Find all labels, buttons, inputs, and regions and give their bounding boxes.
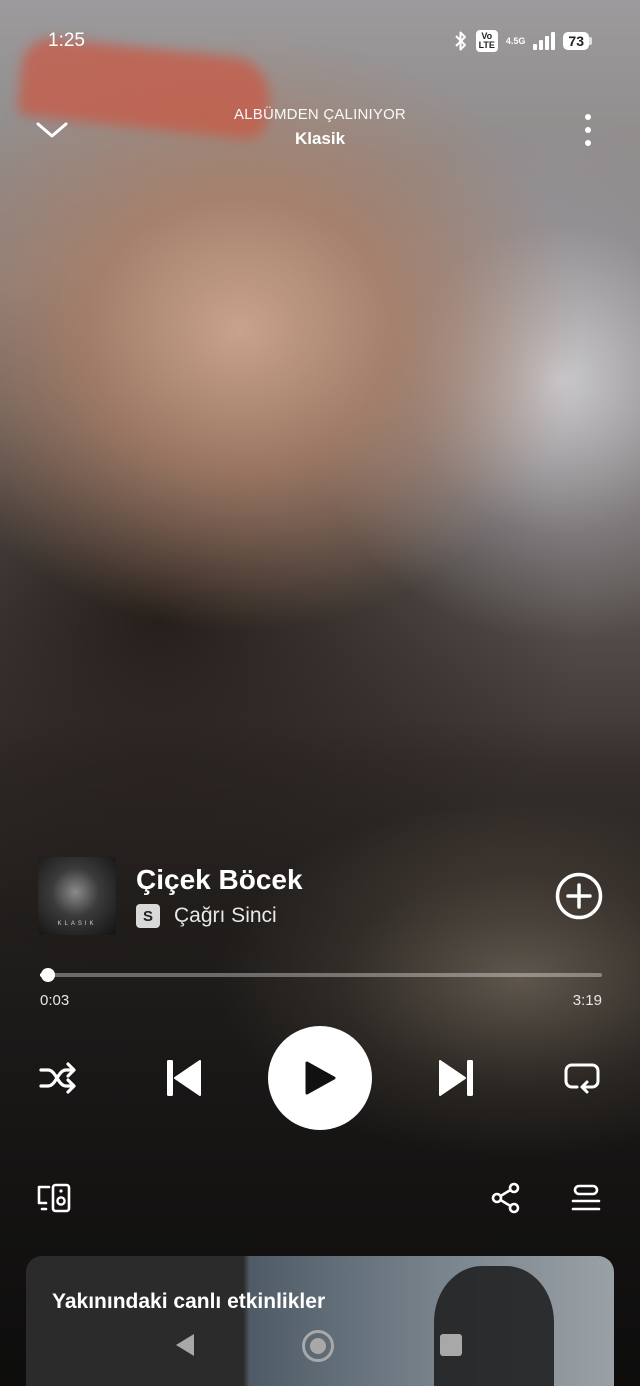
skip-next-icon (439, 1060, 473, 1096)
progress-bar[interactable] (40, 968, 602, 982)
network-type: 4.5G (505, 36, 526, 46)
back-triangle-icon (176, 1334, 194, 1356)
playing-context[interactable]: ALBÜMDEN ÇALINIYOR Klasik (0, 106, 640, 149)
home-circle-icon (302, 1330, 334, 1362)
progress-track (40, 973, 602, 977)
playback-controls (0, 1026, 640, 1130)
time-row: 0:03 3:19 (40, 992, 602, 1009)
elapsed-time: 0:03 (40, 992, 70, 1009)
status-time: 1:25 (48, 30, 85, 51)
battery-level: 73 (563, 32, 589, 50)
play-button[interactable] (268, 1026, 372, 1130)
progress-thumb[interactable] (41, 968, 56, 982)
queue-button[interactable] (566, 1178, 606, 1218)
next-button[interactable] (432, 1056, 480, 1100)
events-card-title: Yakınındaki canlı etkinlikler (52, 1290, 326, 1313)
now-playing-screen: 1:25 Vo LTE 4.5G 73 ALBÜMDEN ÇALINIYOR K… (0, 0, 640, 1386)
more-options-button[interactable] (568, 108, 608, 152)
context-label: ALBÜMDEN ÇALINIYOR (234, 106, 406, 123)
album-cover[interactable]: KLASIK (38, 857, 116, 935)
connect-device-icon (37, 1183, 71, 1213)
repeat-button[interactable] (560, 1058, 604, 1098)
smart-shuffle-badge: S (136, 904, 160, 928)
shuffle-button[interactable] (36, 1058, 80, 1098)
nav-recents-button[interactable] (434, 1328, 468, 1362)
signal-strength-icon (533, 32, 556, 50)
artist-line: S Çağrı Sinci (136, 904, 554, 928)
play-icon (305, 1061, 336, 1095)
connect-device-button[interactable] (34, 1178, 74, 1218)
bluetooth-icon (454, 31, 466, 51)
track-info: Çiçek Böcek S Çağrı Sinci (136, 864, 554, 928)
total-duration: 3:19 (572, 992, 602, 1009)
context-name: Klasik (294, 129, 346, 148)
artist-name[interactable]: Çağrı Sinci (174, 904, 277, 928)
system-navigation-bar (0, 1320, 640, 1370)
shuffle-icon (39, 1062, 76, 1094)
cover-text: KLASIK (57, 921, 97, 927)
track-info-row: KLASIK Çiçek Böcek S Çağrı Sinci (38, 856, 604, 936)
track-title[interactable]: Çiçek Böcek (136, 864, 554, 896)
skip-previous-icon (167, 1060, 201, 1096)
add-circle-icon (555, 872, 603, 920)
share-icon (491, 1182, 520, 1214)
previous-button[interactable] (160, 1056, 208, 1100)
status-bar: 1:25 Vo LTE 4.5G 73 (48, 28, 592, 54)
more-vertical-icon (585, 114, 591, 146)
battery-icon: 73 (563, 32, 592, 50)
recents-square-icon (440, 1334, 462, 1356)
status-icons: Vo LTE 4.5G 73 (454, 30, 592, 52)
player-header: ALBÜMDEN ÇALINIYOR Klasik (0, 100, 640, 160)
queue-icon (571, 1184, 601, 1211)
player-utility-bar (0, 1178, 640, 1218)
repeat-icon (564, 1063, 600, 1094)
volte-indicator: Vo LTE (475, 30, 498, 52)
add-to-library-button[interactable] (554, 871, 604, 921)
nav-back-button[interactable] (168, 1328, 202, 1362)
share-button[interactable] (486, 1178, 526, 1218)
nav-home-button[interactable] (298, 1326, 338, 1366)
